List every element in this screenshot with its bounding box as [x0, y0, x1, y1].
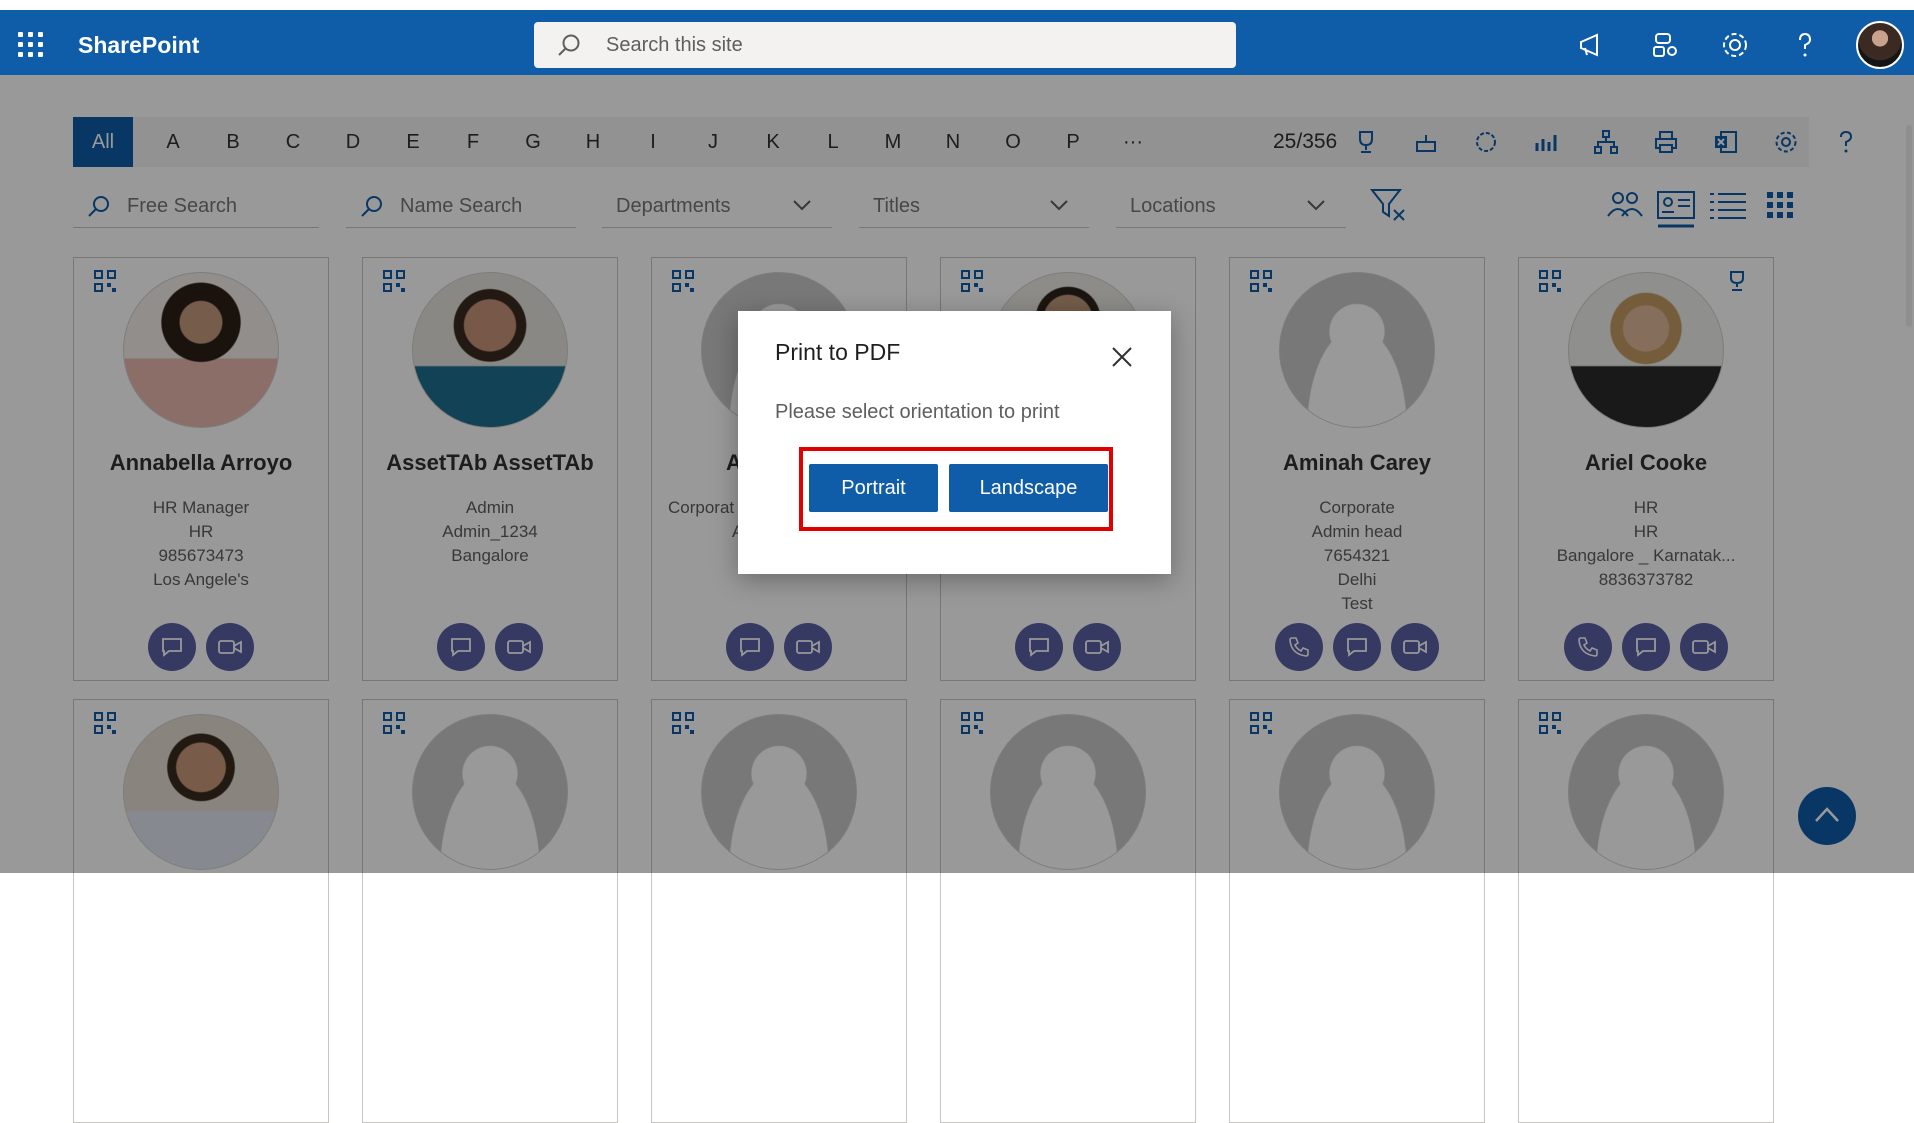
connections-icon[interactable] [1650, 30, 1680, 60]
user-avatar[interactable] [1856, 21, 1904, 69]
print-to-pdf-dialog: Print to PDF Please select orientation t… [738, 311, 1171, 574]
help-icon[interactable] [1790, 30, 1820, 60]
close-icon[interactable] [1111, 346, 1133, 368]
search-placeholder: Search this site [606, 34, 743, 56]
sharepoint-brand[interactable]: SharePoint [78, 32, 199, 59]
settings-gear-icon[interactable] [1720, 30, 1750, 60]
scrollbar-thumb[interactable] [1906, 125, 1912, 327]
dialog-message: Please select orientation to print [775, 401, 1060, 423]
suite-bar: SharePoint Search this site [0, 5, 1914, 75]
portrait-button[interactable]: Portrait [809, 464, 938, 512]
landscape-button[interactable]: Landscape [949, 464, 1108, 512]
app-launcher-icon[interactable] [18, 32, 44, 58]
megaphone-icon[interactable] [1577, 30, 1607, 60]
site-search-box[interactable]: Search this site [534, 22, 1236, 68]
dialog-title: Print to PDF [775, 339, 901, 365]
search-icon [558, 34, 580, 56]
